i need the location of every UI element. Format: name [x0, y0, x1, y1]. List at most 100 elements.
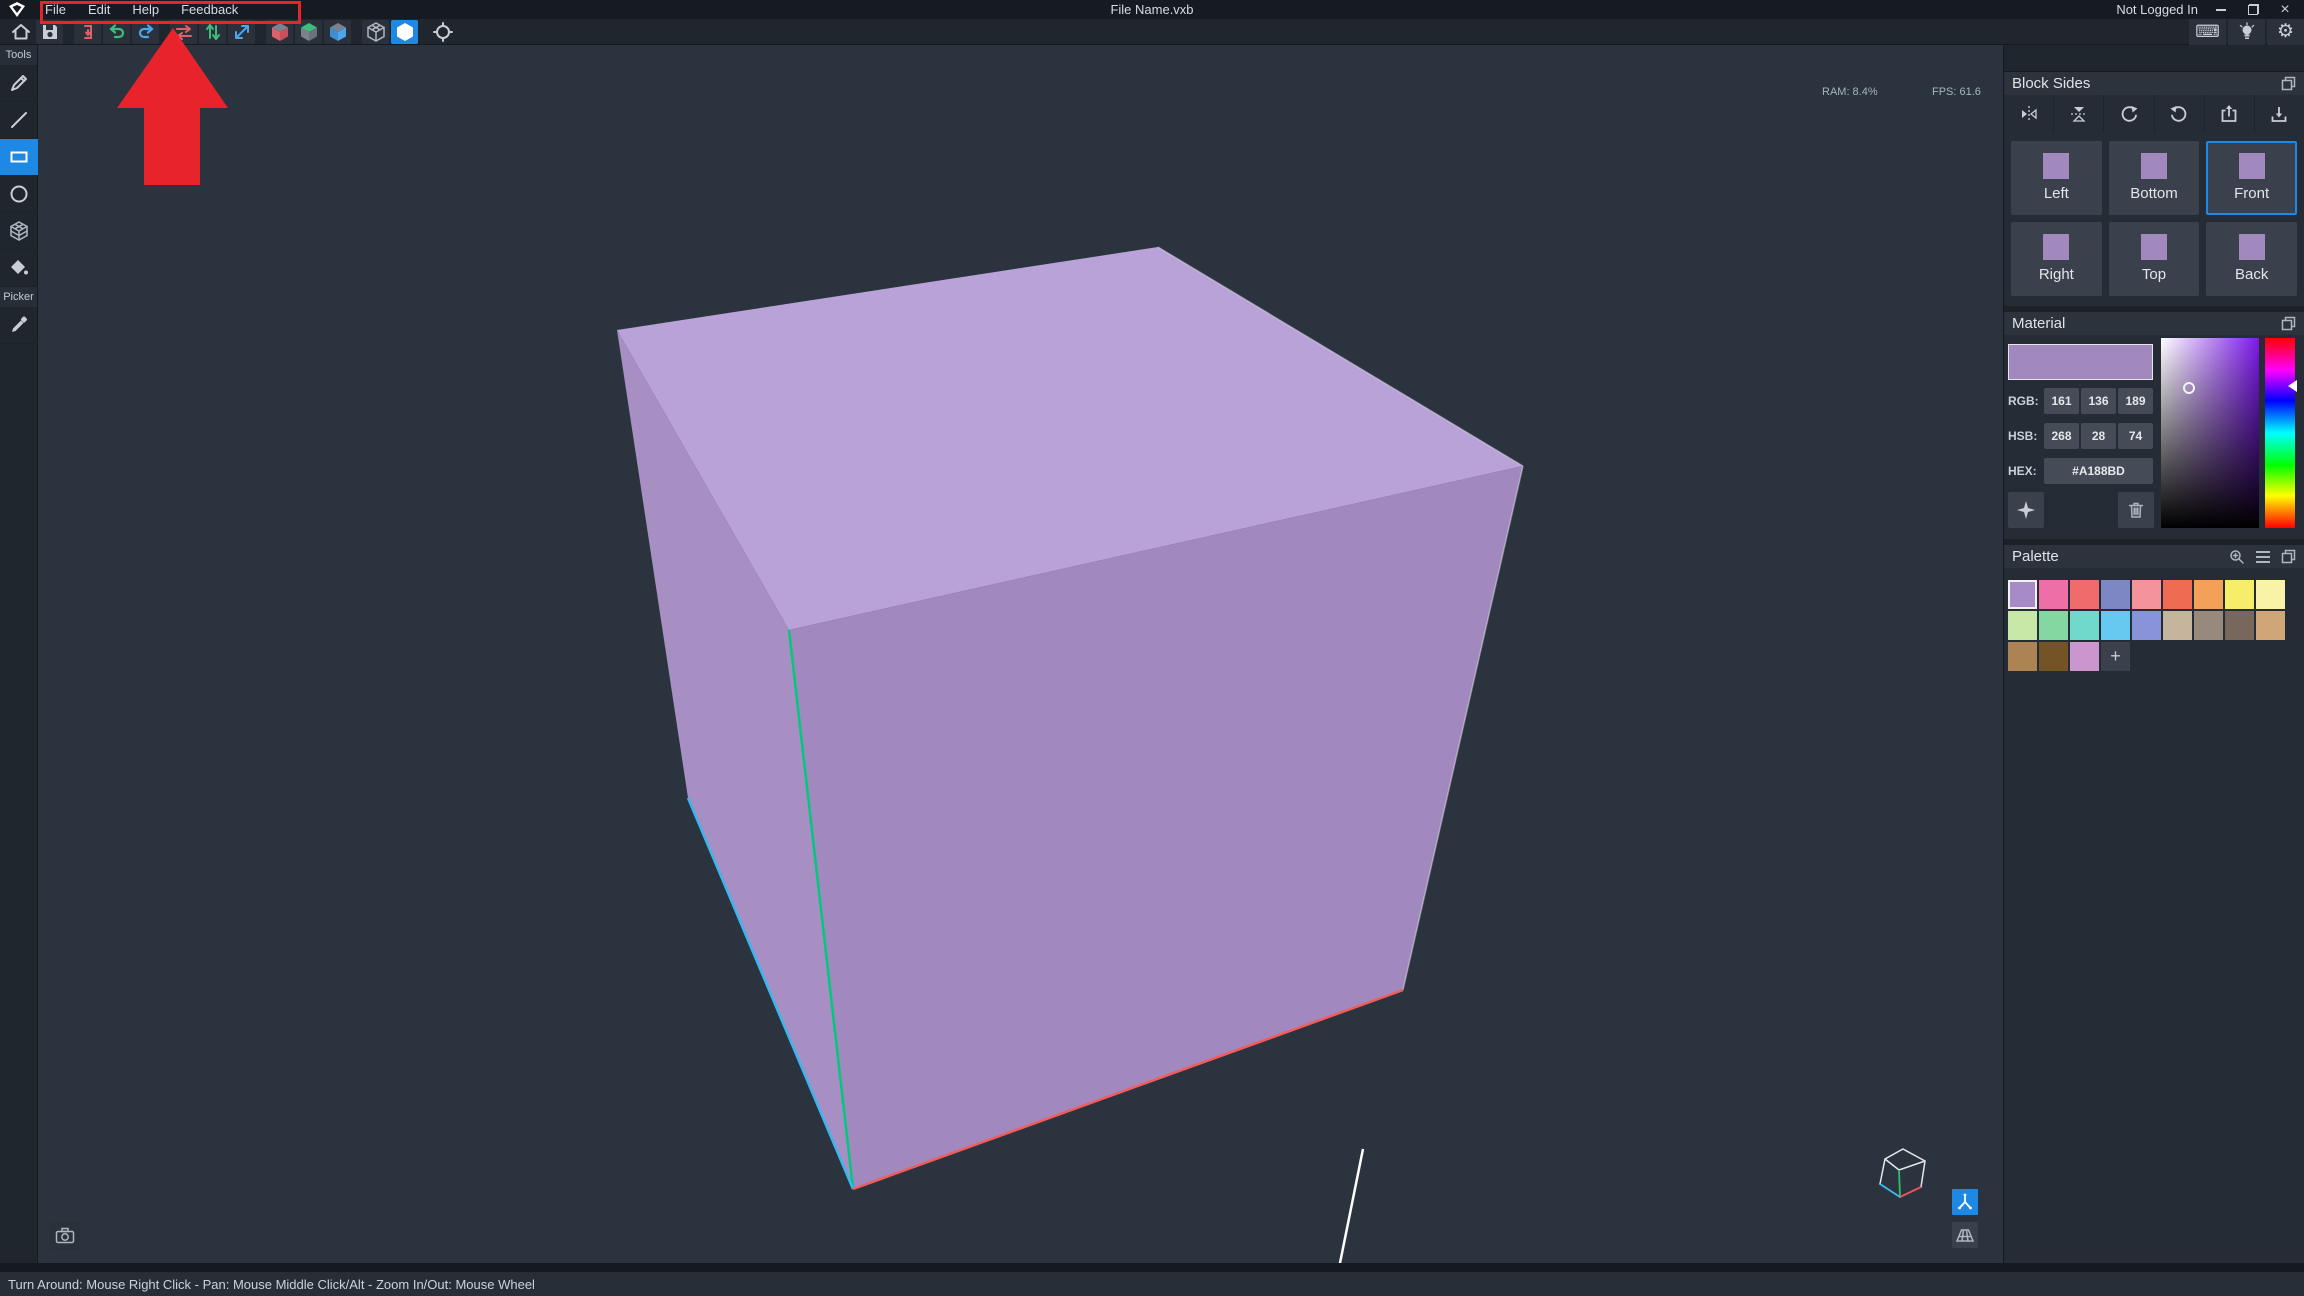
- hsb-s-field[interactable]: 28: [2081, 423, 2116, 449]
- palette-swatch[interactable]: [2008, 611, 2037, 640]
- keyboard-icon[interactable]: ⌨: [2189, 19, 2226, 45]
- rgb-g-field[interactable]: 136: [2081, 388, 2116, 414]
- rotate-ccw-icon[interactable]: [2155, 95, 2205, 133]
- rectangle-icon[interactable]: [0, 139, 38, 176]
- menu-file[interactable]: File: [34, 0, 77, 19]
- mirror-horizontal-icon[interactable]: [2004, 95, 2054, 133]
- face-button-bottom[interactable]: Bottom: [2109, 141, 2200, 215]
- settings-icon[interactable]: ⚙: [2267, 19, 2304, 45]
- face-button-back[interactable]: Back: [2206, 222, 2297, 296]
- eyedropper-icon[interactable]: [0, 307, 38, 344]
- hsb-h-field[interactable]: 268: [2044, 423, 2079, 449]
- palette-swatch[interactable]: [2008, 580, 2037, 609]
- home-icon[interactable]: [7, 20, 34, 44]
- lightbulb-icon[interactable]: [2228, 19, 2265, 45]
- paint-bucket-icon[interactable]: [0, 250, 38, 287]
- screenshot-camera-icon[interactable]: [50, 1222, 80, 1250]
- rgb-b-field[interactable]: 189: [2118, 388, 2153, 414]
- palette-swatch[interactable]: [2225, 580, 2254, 609]
- cube-blue-icon[interactable]: [324, 20, 351, 44]
- face-button-left[interactable]: Left: [2011, 141, 2102, 215]
- cube-green-icon[interactable]: [295, 20, 322, 44]
- face-button-right[interactable]: Right: [2011, 222, 2102, 296]
- status-bar: Turn Around: Mouse Right Click - Pan: Mo…: [0, 1272, 2304, 1296]
- list-icon[interactable]: [2255, 550, 2271, 564]
- saturation-brightness-picker[interactable]: [2161, 338, 2259, 528]
- swap-vertical-icon[interactable]: [199, 20, 226, 44]
- voxel-box-icon[interactable]: [0, 213, 38, 250]
- face-button-front[interactable]: Front: [2206, 141, 2297, 215]
- hsb-b-field[interactable]: 74: [2118, 423, 2153, 449]
- block-sides-toolbar: [2004, 95, 2304, 133]
- transform-diagonal-icon[interactable]: [228, 20, 255, 44]
- palette-swatch[interactable]: [2070, 611, 2099, 640]
- trash-icon[interactable]: [2118, 492, 2154, 528]
- minimize-icon[interactable]: [2212, 2, 2230, 18]
- palette-swatch[interactable]: [2163, 611, 2192, 640]
- cube-wireframe-icon[interactable]: [362, 20, 389, 44]
- palette-swatch[interactable]: [2194, 580, 2223, 609]
- palette-swatch[interactable]: [2132, 611, 2161, 640]
- menu-feedback[interactable]: Feedback: [170, 0, 249, 19]
- palette-swatch[interactable]: [2039, 580, 2068, 609]
- hue-slider[interactable]: [2265, 338, 2295, 528]
- tools-sidebar: Tools Picker: [0, 45, 38, 1263]
- title-bar: File Edit Help Feedback File Name.vxb No…: [0, 0, 2304, 19]
- circle-icon[interactable]: [0, 176, 38, 213]
- rgb-r-field[interactable]: 161: [2044, 388, 2079, 414]
- orientation-gizmo-cube[interactable]: [1873, 1143, 1933, 1203]
- mirror-vertical-icon[interactable]: [2054, 95, 2104, 133]
- rotate-cw-icon[interactable]: [2104, 95, 2154, 133]
- palette-swatch[interactable]: [2132, 580, 2161, 609]
- face-swatch: [2239, 234, 2265, 260]
- redo-icon[interactable]: [132, 20, 159, 44]
- popout-icon[interactable]: [2281, 316, 2296, 331]
- palette-swatch[interactable]: [2256, 611, 2285, 640]
- grid-toggle-button[interactable]: [1952, 1222, 1978, 1248]
- material-header: Material: [2004, 312, 2304, 335]
- axes-toggle-button[interactable]: [1952, 1189, 1978, 1215]
- pencil-icon[interactable]: [0, 65, 38, 102]
- palette-swatch[interactable]: [2101, 580, 2130, 609]
- download-icon[interactable]: [2255, 95, 2304, 133]
- login-status[interactable]: Not Logged In: [2116, 2, 2198, 17]
- face-swatch: [2141, 234, 2167, 260]
- line-icon[interactable]: [0, 102, 38, 139]
- face-label: Right: [2039, 266, 2074, 283]
- restore-icon[interactable]: [2244, 2, 2262, 18]
- hex-field[interactable]: #A188BD: [2044, 458, 2153, 484]
- face-button-top[interactable]: Top: [2109, 222, 2200, 296]
- palette-swatch[interactable]: [2101, 611, 2130, 640]
- sb-cursor[interactable]: [2183, 382, 2195, 394]
- menu-edit[interactable]: Edit: [77, 0, 121, 19]
- palette-swatch[interactable]: [2070, 580, 2099, 609]
- palette-swatch[interactable]: [2194, 611, 2223, 640]
- face-swatch: [2043, 234, 2069, 260]
- popout-icon[interactable]: [2281, 549, 2296, 564]
- sparkle-icon[interactable]: [2008, 492, 2044, 528]
- palette-swatch[interactable]: [2163, 580, 2192, 609]
- undo-icon[interactable]: [103, 20, 130, 44]
- cube-solid-icon[interactable]: [391, 20, 418, 44]
- hue-slider-handle[interactable]: [2288, 380, 2297, 392]
- block-sides-title: Block Sides: [2012, 75, 2090, 92]
- swap-horizontal-icon[interactable]: [170, 20, 197, 44]
- palette-swatch[interactable]: [2039, 611, 2068, 640]
- palette-swatch[interactable]: [2008, 642, 2037, 671]
- close-icon[interactable]: ×: [2276, 2, 2294, 18]
- target-icon[interactable]: [429, 20, 456, 44]
- face-swatch: [2141, 153, 2167, 179]
- palette-swatch[interactable]: [2070, 642, 2099, 671]
- import-icon[interactable]: [74, 20, 101, 44]
- export-icon[interactable]: [2205, 95, 2255, 133]
- palette-swatch[interactable]: [2256, 580, 2285, 609]
- viewport-3d-canvas[interactable]: RAM: 8.4% FPS: 61.6: [38, 45, 2003, 1263]
- add-color-button[interactable]: +: [2101, 642, 2130, 671]
- menu-help[interactable]: Help: [121, 0, 170, 19]
- save-icon[interactable]: [36, 20, 63, 44]
- cube-red-icon[interactable]: [266, 20, 293, 44]
- palette-swatch[interactable]: [2225, 611, 2254, 640]
- zoom-icon[interactable]: [2229, 549, 2245, 565]
- palette-swatch[interactable]: [2039, 642, 2068, 671]
- popout-icon[interactable]: [2281, 76, 2296, 91]
